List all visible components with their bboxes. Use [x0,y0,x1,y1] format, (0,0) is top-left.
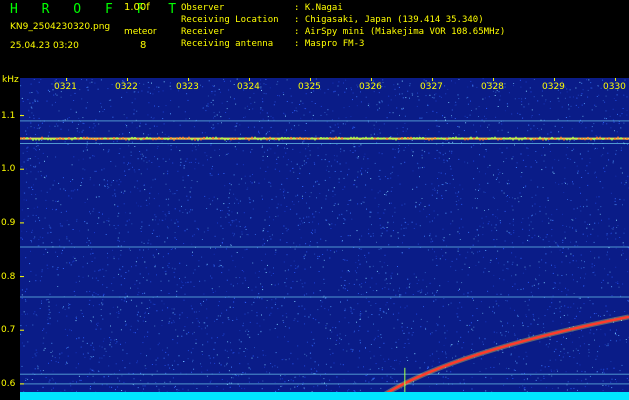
carrier-line [20,373,629,375]
antenna-value: : Maspro FM-3 [294,39,365,49]
time-tick-label: 0326 [359,82,382,92]
observer-label: Observer [181,3,225,13]
meteor-count-value: 8 [140,40,147,51]
antenna-row: Receiving antenna : Maspro FM-3 [181,39,364,49]
frequency-tick-label: 1.0 [1,164,16,175]
time-tick [127,78,128,81]
time-tick-label: 0330 [603,82,626,92]
time-tick-label: 0324 [237,82,260,92]
time-tick [615,78,616,81]
frequency-tick-label: 1.1 [1,110,16,121]
time-tick [432,78,433,81]
time-tick-label: 0325 [298,82,321,92]
time-tick-label: 0322 [115,82,138,92]
time-tick [188,78,189,81]
carrier-line [20,246,629,248]
spectrogram-background [20,78,629,400]
observer-value: : K.Nagai [294,3,343,13]
time-tick-label: 0329 [542,82,565,92]
frequency-tick [20,222,24,224]
version-label: 1.00f [124,2,150,13]
carrier-line [20,383,629,385]
frequency-tick-label: 0.7 [1,325,16,336]
receiver-row: Receiver : AirSpy mini (Miakejima VOR 10… [181,27,505,37]
frequency-tick-label: 0.9 [1,217,16,228]
filename-label: KN9_2504230320.png [10,22,111,32]
time-tick [371,78,372,81]
time-tick [310,78,311,81]
location-value: : Chigasaki, Japan (139.414 35.340) [294,15,484,25]
frequency-tick [20,276,24,278]
observer-row: Observer : K.Nagai [181,3,343,13]
frequency-tick [20,115,24,117]
app-logo: H R O F F T [10,2,185,17]
frequency-tick-label: 0.6 [1,378,16,389]
datetime-label: 25.04.23 03:20 [10,41,79,51]
noise-floor-band [20,392,629,400]
time-tick [249,78,250,81]
time-tick [493,78,494,81]
time-tick-label: 0327 [420,82,443,92]
frequency-tick [20,383,24,385]
time-tick-label: 0323 [176,82,199,92]
carrier-line [20,296,629,298]
location-label: Receiving Location [181,15,279,25]
receiver-value: : AirSpy mini (Miakejima VOR 108.65MHz) [294,27,506,37]
antenna-label: Receiving antenna [181,39,274,49]
carrier-line [20,120,629,122]
time-tick [554,78,555,81]
carrier-line [20,143,629,144]
time-tick-label: 0321 [54,82,77,92]
time-tick-label: 0328 [481,82,504,92]
time-tick [66,78,67,81]
frequency-tick-label: 0.8 [1,271,16,282]
hroft-window: H R O F F T 1.00f KN9_2504230320.png 25.… [0,0,629,400]
location-row: Receiving Location : Chigasaki, Japan (1… [181,15,484,25]
frequency-tick [20,168,24,170]
frequency-tick [20,329,24,331]
spectrogram [20,78,629,400]
receiver-label: Receiver [181,27,225,37]
meteor-count-label: meteor [124,27,157,37]
spectrogram-canvas [20,78,629,400]
header-panel: H R O F F T 1.00f KN9_2504230320.png 25.… [0,0,629,78]
frequency-unit-label: kHz [2,75,19,85]
